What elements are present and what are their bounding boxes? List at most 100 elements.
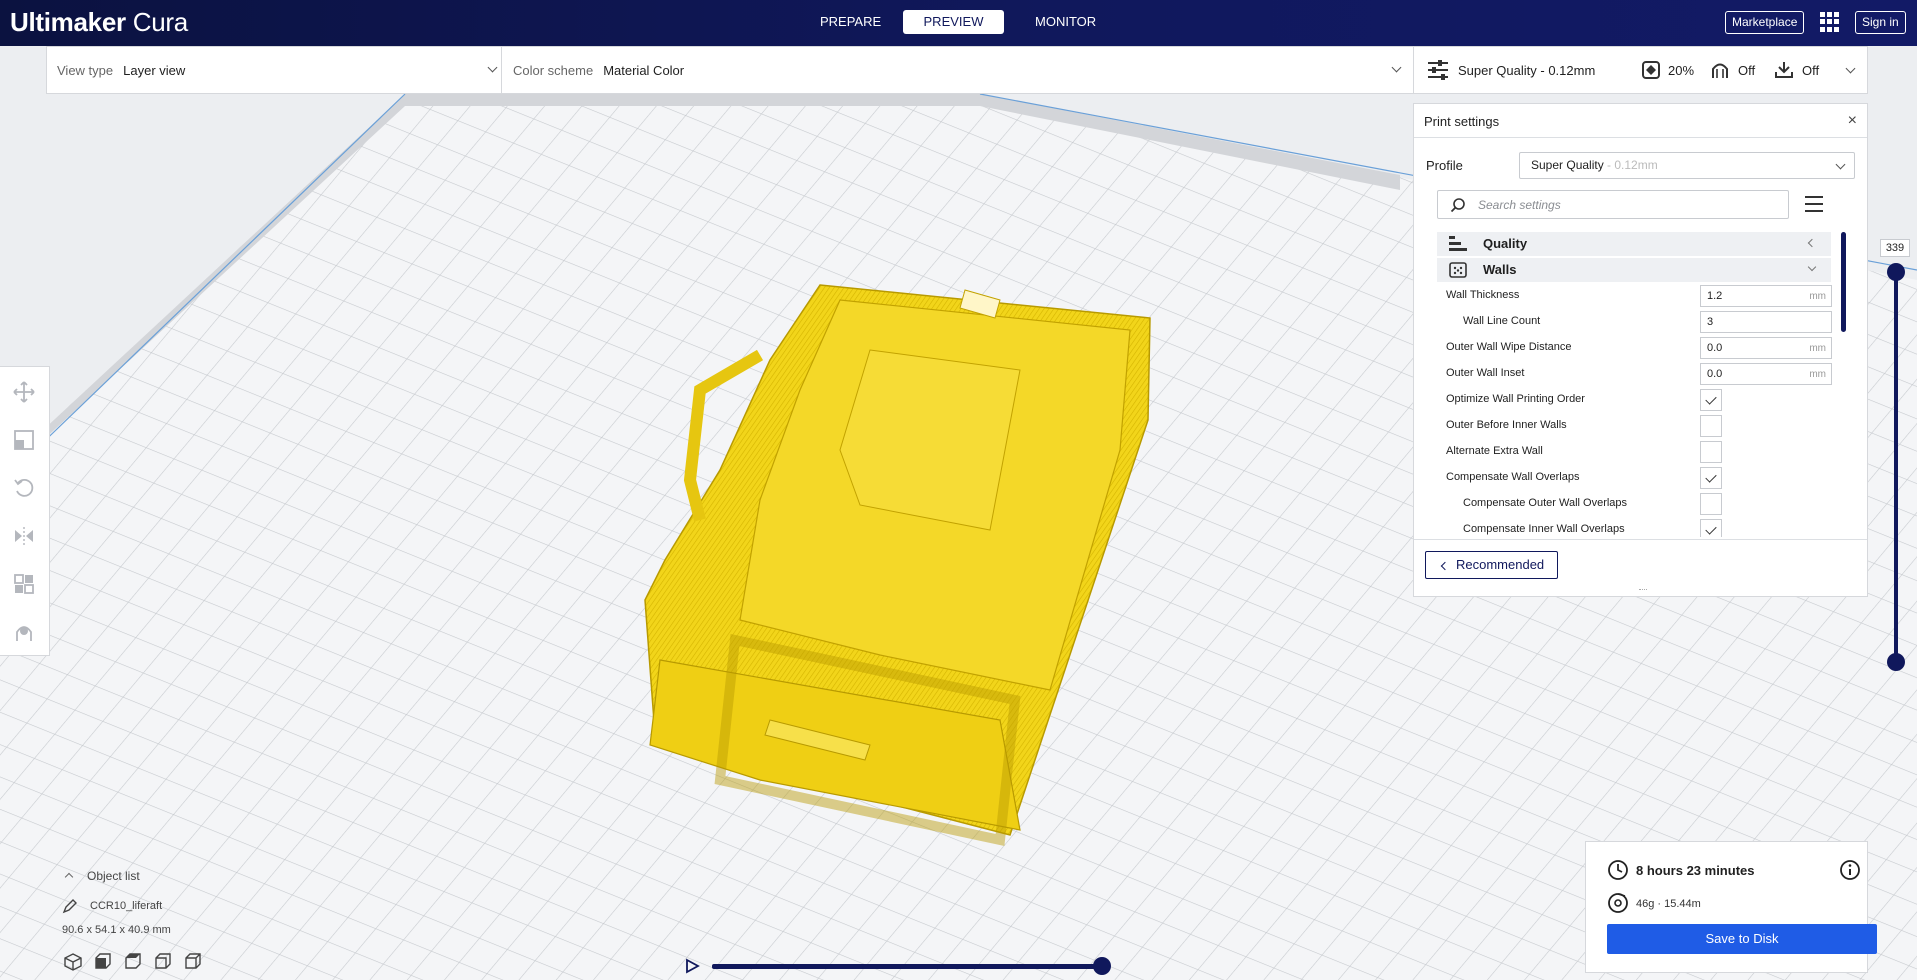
profile-summary[interactable]: Super Quality - 0.12mm	[1426, 47, 1595, 93]
divider	[1414, 137, 1867, 138]
view-options-bar: View type Layer view Color scheme Materi…	[46, 46, 1414, 94]
chevron-down-icon[interactable]	[1845, 63, 1856, 74]
setting-label: Outer Wall Wipe Distance	[1446, 341, 1572, 353]
view-3d-icon[interactable]	[63, 952, 83, 972]
layer-slider-top-handle[interactable]	[1887, 263, 1905, 281]
move-tool-icon[interactable]	[13, 381, 35, 403]
apps-grid-icon[interactable]	[1820, 12, 1840, 32]
chevron-down-icon	[1391, 62, 1402, 73]
compensate-wall-overlaps-checkbox[interactable]	[1700, 467, 1722, 489]
adhesion-summary[interactable]: Off	[1774, 47, 1819, 93]
support-summary[interactable]: Off	[1710, 47, 1755, 93]
profile-summary-label: Super Quality - 0.12mm	[1458, 62, 1596, 78]
profile-label: Profile	[1426, 158, 1463, 173]
marketplace-button[interactable]: Marketplace	[1725, 11, 1805, 34]
view-type-value: Layer view	[123, 62, 186, 78]
setting-row: Compensate Inner Wall Overlaps	[1446, 517, 1831, 537]
infill-summary[interactable]: 20%	[1642, 47, 1694, 93]
tab-prepare[interactable]: PREPARE	[810, 10, 882, 34]
setting-label: Compensate Inner Wall Overlaps	[1463, 523, 1625, 535]
compensate-inner-overlaps-checkbox[interactable]	[1700, 519, 1722, 537]
sliders-icon	[1428, 60, 1448, 80]
setting-label: Wall Thickness	[1446, 289, 1520, 301]
compensate-outer-overlaps-checkbox[interactable]	[1700, 493, 1722, 515]
info-icon[interactable]	[1839, 859, 1861, 881]
material-usage: 46g · 15.44m	[1636, 898, 1701, 910]
view-type-label: View type	[57, 62, 114, 78]
setting-row: Wall Thickness 1.2 mm	[1446, 283, 1832, 309]
chevron-down-icon	[1835, 159, 1846, 170]
optimize-wall-order-checkbox[interactable]	[1700, 389, 1722, 411]
app-header: Ultimaker Cura PREPARE PREVIEW MONITOR M…	[0, 0, 1917, 46]
recommended-label: Recommended	[1456, 557, 1545, 572]
adhesion-icon	[1775, 62, 1793, 78]
print-settings-panel: Print settings × Profile Super Quality -…	[1413, 103, 1868, 597]
wall-thickness-field[interactable]: 1.2 mm	[1700, 285, 1832, 307]
setting-label: Outer Before Inner Walls	[1446, 419, 1567, 431]
category-name: Quality	[1483, 236, 1528, 251]
layer-slider-track[interactable]	[1894, 270, 1898, 662]
outer-wall-inset-field[interactable]: 0.0 mm	[1700, 363, 1832, 385]
setting-row: Compensate Outer Wall Overlaps	[1446, 491, 1831, 517]
category-walls[interactable]: Walls	[1437, 258, 1831, 282]
quality-icon	[1449, 236, 1467, 251]
tab-preview[interactable]: PREVIEW	[903, 10, 1004, 34]
close-icon[interactable]: ×	[1848, 112, 1857, 130]
clock-icon	[1608, 860, 1628, 880]
setting-label: Outer Wall Inset	[1446, 367, 1525, 379]
setting-row: Outer Before Inner Walls	[1446, 413, 1831, 439]
panel-title: Print settings	[1424, 114, 1500, 129]
category-name: Walls	[1483, 262, 1517, 277]
layer-number-input[interactable]: 339	[1880, 239, 1910, 257]
chevron-down-icon	[487, 62, 498, 73]
per-model-settings-icon[interactable]	[13, 573, 35, 595]
support-blocker-icon[interactable]	[13, 621, 35, 643]
mirror-tool-icon[interactable]	[13, 525, 35, 547]
category-quality[interactable]: Quality	[1437, 232, 1831, 256]
play-icon[interactable]	[684, 958, 700, 974]
object-name[interactable]: CCR10_liferaft	[90, 900, 162, 912]
recommended-button[interactable]: Recommended	[1425, 551, 1558, 579]
color-scheme-select[interactable]: Color scheme Material Color	[513, 47, 1413, 93]
adhesion-value: Off	[1802, 62, 1820, 78]
print-info-card: 8 hours 23 minutes 46g · 15.44m Save to …	[1585, 841, 1877, 973]
settings-scrollbar[interactable]	[1841, 232, 1846, 332]
color-scheme-label: Color scheme	[513, 62, 594, 78]
view-right-icon[interactable]	[183, 952, 203, 972]
walls-icon	[1449, 262, 1467, 278]
profile-select[interactable]: Super Quality - 0.12mm	[1519, 152, 1855, 179]
search-settings-input[interactable]: Search settings	[1437, 190, 1789, 219]
path-slider-handle[interactable]	[1093, 957, 1111, 975]
resize-handle[interactable]	[1639, 589, 1647, 591]
setting-row: Outer Wall Inset 0.0 mm	[1446, 361, 1832, 387]
settings-menu-icon[interactable]	[1805, 196, 1823, 212]
rotate-tool-icon[interactable]	[13, 477, 35, 499]
view-top-icon[interactable]	[123, 952, 143, 972]
layer-slider-bottom-handle[interactable]	[1887, 653, 1905, 671]
support-value: Off	[1738, 62, 1756, 78]
chevron-left-icon	[1440, 561, 1450, 571]
setting-label: Compensate Outer Wall Overlaps	[1463, 497, 1628, 509]
infill-icon	[1642, 61, 1660, 79]
setting-row: Compensate Wall Overlaps	[1446, 465, 1831, 491]
sign-in-button[interactable]: Sign in	[1855, 11, 1906, 34]
search-icon	[1450, 198, 1465, 213]
print-setup-bar[interactable]: Super Quality - 0.12mm 20% Off Off	[1413, 46, 1868, 94]
app-logo: Ultimaker Cura	[10, 7, 188, 37]
scale-tool-icon[interactable]	[13, 429, 35, 451]
view-left-icon[interactable]	[153, 952, 173, 972]
path-slider-track[interactable]	[712, 964, 1102, 969]
alternate-extra-wall-checkbox[interactable]	[1700, 441, 1722, 463]
object-list-label: Object list	[87, 869, 140, 883]
infill-value: 20%	[1668, 62, 1695, 78]
wall-line-count-field[interactable]: 3	[1700, 311, 1832, 333]
save-to-disk-button[interactable]: Save to Disk	[1607, 924, 1877, 954]
view-front-icon[interactable]	[93, 952, 113, 972]
profile-suffix: - 0.12mm	[1603, 158, 1658, 172]
outer-before-inner-checkbox[interactable]	[1700, 415, 1722, 437]
tab-monitor[interactable]: MONITOR	[1025, 10, 1105, 34]
pencil-icon[interactable]	[62, 898, 78, 914]
view-type-select[interactable]: View type Layer view	[57, 47, 511, 93]
setting-label: Wall Line Count	[1463, 315, 1541, 327]
outer-wall-wipe-distance-field[interactable]: 0.0 mm	[1700, 337, 1832, 359]
